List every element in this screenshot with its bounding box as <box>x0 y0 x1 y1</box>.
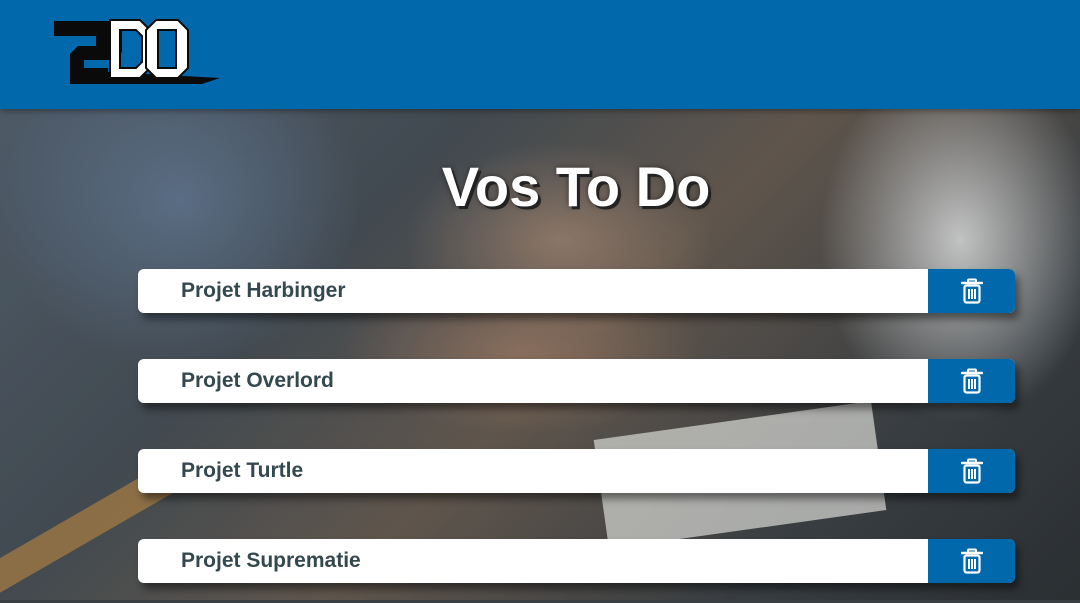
delete-button[interactable] <box>928 269 1015 313</box>
todo-label: Projet Turtle <box>181 459 304 482</box>
trash-icon <box>960 458 983 484</box>
todo-item[interactable]: Projet Turtle <box>138 449 1015 493</box>
todo-label: Projet Overlord <box>181 369 334 392</box>
todo-label: Projet Suprematie <box>181 549 361 572</box>
2do-logo[interactable] <box>52 16 222 84</box>
todo-label: Projet Harbinger <box>181 279 346 302</box>
trash-icon <box>960 278 983 304</box>
page-title: Vos To Do <box>441 155 711 218</box>
todo-item[interactable]: Projet Harbinger <box>138 269 1015 313</box>
delete-button[interactable] <box>928 359 1015 403</box>
trash-icon <box>960 368 983 394</box>
trash-icon <box>960 548 983 574</box>
delete-button[interactable] <box>928 539 1015 583</box>
delete-button[interactable] <box>928 449 1015 493</box>
todo-item[interactable]: Projet Suprematie <box>138 539 1015 583</box>
app-header <box>0 0 1080 109</box>
todo-item[interactable]: Projet Overlord <box>138 359 1015 403</box>
